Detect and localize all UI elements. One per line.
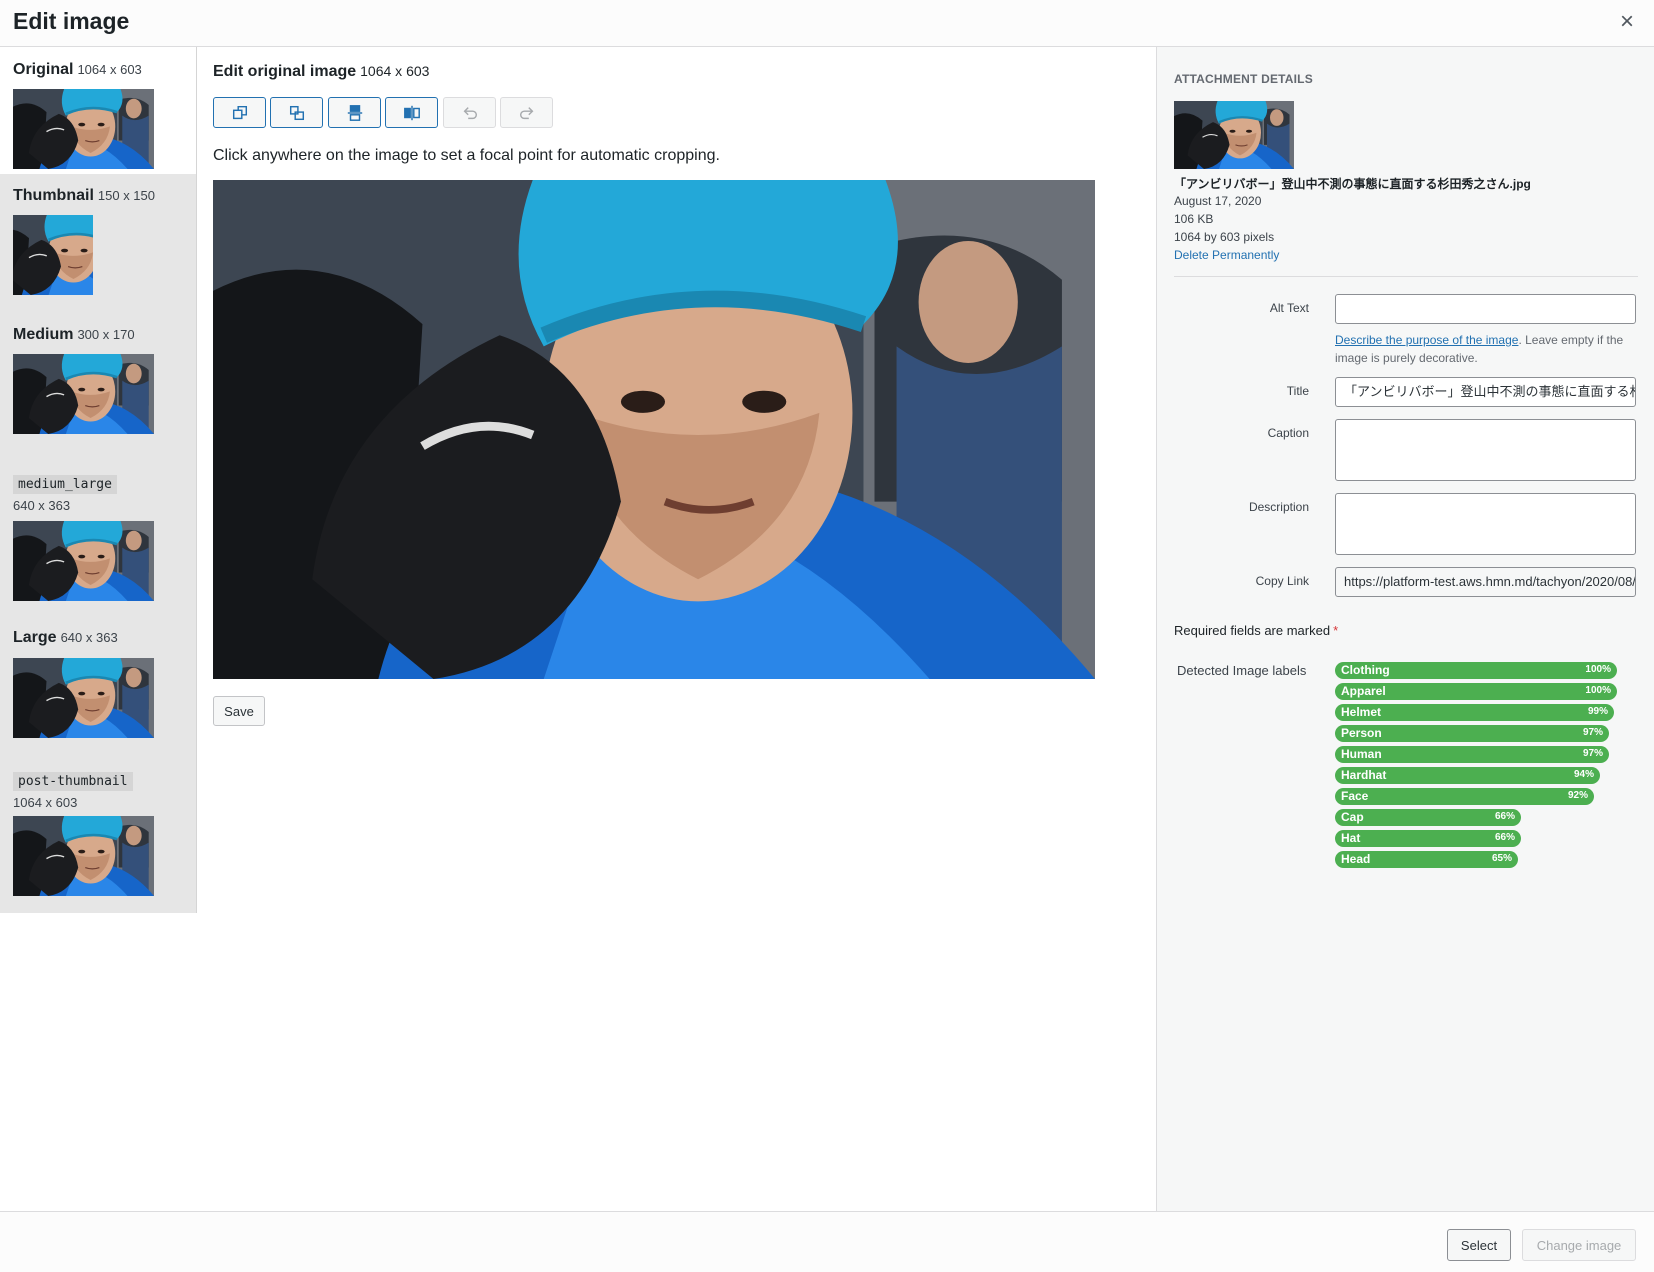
undo-button[interactable] xyxy=(443,97,496,128)
redo-icon xyxy=(519,106,533,119)
change-image-button[interactable]: Change image xyxy=(1522,1229,1636,1261)
size-thumbnail xyxy=(13,354,154,434)
editor-title: Edit original image 1064 x 603 xyxy=(213,63,430,80)
label-percent: 100% xyxy=(1585,664,1611,675)
delete-permanently-link[interactable]: Delete Permanently xyxy=(1174,248,1279,262)
caption-textarea[interactable] xyxy=(1335,419,1636,481)
label-name: Clothing xyxy=(1341,663,1390,677)
copy-link-label: Copy Link xyxy=(1255,574,1309,588)
file-size: 106 KB xyxy=(1174,212,1214,226)
label-name: Human xyxy=(1341,747,1382,761)
size-item-original[interactable]: Original 1064 x 603 xyxy=(0,47,196,174)
image-sizes-sidebar: Original 1064 x 603 Thumbnail 150 x 150 Me… xyxy=(0,47,197,913)
alt-text-help: Describe the purpose of the image. Leave… xyxy=(1335,333,1624,365)
attachment-details: Attachment Details 「アンビリバボー」登山中不測の事態に直面す… xyxy=(1156,47,1654,1211)
size-thumbnail xyxy=(13,816,154,896)
details-heading: Attachment Details xyxy=(1174,72,1313,86)
label-name: Person xyxy=(1341,726,1382,740)
size-thumbnail xyxy=(13,215,93,295)
alt-text-input[interactable] xyxy=(1335,294,1636,324)
size-thumbnail xyxy=(13,89,154,169)
details-thumbnail xyxy=(1174,101,1294,169)
divider xyxy=(1174,276,1638,277)
size-item-thumbnail[interactable]: Thumbnail 150 x 150 xyxy=(0,174,196,312)
title-label: Title xyxy=(1286,384,1309,398)
redo-button[interactable] xyxy=(500,97,553,128)
label-percent: 99% xyxy=(1587,706,1608,717)
detected-label-bar: Person 97% xyxy=(1335,725,1609,742)
alt-text-label: Alt Text xyxy=(1269,301,1309,315)
crop-icon xyxy=(232,105,247,119)
description-textarea[interactable] xyxy=(1335,493,1636,555)
detected-label-bar: Head 65% xyxy=(1335,851,1518,868)
size-label: post-thumbnail xyxy=(13,772,133,791)
size-label: Original 1064 x 603 xyxy=(13,61,142,78)
detected-label-bar: Human 97% xyxy=(1335,746,1609,763)
upload-date: August 17, 2020 xyxy=(1174,194,1262,208)
detected-label-bar: Hardhat 94% xyxy=(1335,767,1600,784)
detected-label-bar: Cap 66% xyxy=(1335,809,1521,826)
label-percent: 97% xyxy=(1582,748,1603,759)
detected-label-bar: Helmet 99% xyxy=(1335,704,1614,721)
label-name: Apparel xyxy=(1341,684,1386,698)
label-percent: 92% xyxy=(1567,790,1588,801)
size-label: Thumbnail 150 x 150 xyxy=(13,187,155,204)
label-name: Hat xyxy=(1341,831,1361,845)
label-name: Cap xyxy=(1341,810,1364,824)
detected-labels-title: Detected Image labels xyxy=(1177,663,1307,678)
label-name: Face xyxy=(1341,789,1369,803)
size-item-large[interactable]: Large 640 x 363 xyxy=(0,615,196,752)
flip-vertical-icon xyxy=(347,104,362,121)
detected-label-bar: Face 92% xyxy=(1335,788,1594,805)
main-image-preview[interactable] xyxy=(213,180,1095,679)
crop-button[interactable] xyxy=(213,97,266,128)
undo-icon xyxy=(463,106,477,119)
rotate-left-button[interactable] xyxy=(270,97,323,128)
description-label: Description xyxy=(1248,500,1309,514)
select-button[interactable]: Select xyxy=(1447,1229,1511,1261)
label-percent: 100% xyxy=(1585,685,1611,696)
size-thumbnail xyxy=(13,658,154,738)
label-percent: 66% xyxy=(1494,832,1515,843)
size-item-medium-large[interactable]: medium_large 640 x 363 xyxy=(0,458,196,615)
modal-title: Edit image xyxy=(13,8,130,34)
size-dimensions: 1064 x 603 xyxy=(13,795,78,810)
size-dimensions: 640 x 363 xyxy=(13,498,71,513)
label-percent: 94% xyxy=(1573,769,1594,780)
size-item-post-thumbnail[interactable]: post-thumbnail 1064 x 603 xyxy=(0,752,196,913)
size-item-medium[interactable]: Medium 300 x 170 xyxy=(0,312,196,458)
save-button[interactable]: Save xyxy=(213,696,265,726)
detected-label-bar: Clothing 100% xyxy=(1335,662,1617,679)
flip-vertical-button[interactable] xyxy=(328,97,381,128)
flip-horizontal-icon xyxy=(403,105,420,120)
image-dimensions: 1064 by 603 pixels xyxy=(1174,230,1275,244)
label-percent: 65% xyxy=(1491,853,1512,864)
focal-point-hint: Click anywhere on the image to set a foc… xyxy=(213,147,720,164)
caption-label: Caption xyxy=(1267,426,1309,440)
size-label: medium_large xyxy=(13,475,117,494)
label-name: Helmet xyxy=(1341,705,1382,719)
detected-label-bar: Hat 66% xyxy=(1335,830,1521,847)
label-percent: 97% xyxy=(1582,727,1603,738)
detected-label-bar: Apparel 100% xyxy=(1335,683,1617,700)
describe-purpose-link[interactable]: Describe the purpose of the image xyxy=(1335,333,1518,347)
flip-horizontal-button[interactable] xyxy=(385,97,438,128)
rotate-left-icon xyxy=(289,105,304,120)
size-thumbnail xyxy=(13,521,154,601)
modal-footer: Select Change image xyxy=(0,1211,1654,1272)
label-name: Head xyxy=(1341,852,1371,866)
copy-link-input[interactable]: https://platform-test.aws.hmn.md/tachyon… xyxy=(1335,567,1636,597)
modal-header: Edit image × xyxy=(0,0,1654,47)
title-input[interactable]: 「アンビリバボー」登山中不測の事態に直面する杉田秀之さん xyxy=(1335,377,1636,407)
required-fields-note: Required fields are marked * xyxy=(1174,623,1339,638)
close-icon[interactable]: × xyxy=(1613,9,1641,37)
file-name: 「アンビリバボー」登山中不測の事態に直面する杉田秀之さん.jpg xyxy=(1174,177,1531,191)
label-percent: 66% xyxy=(1494,811,1515,822)
size-label: Medium 300 x 170 xyxy=(13,326,135,343)
label-name: Hardhat xyxy=(1341,768,1387,782)
size-label: Large 640 x 363 xyxy=(13,629,118,646)
